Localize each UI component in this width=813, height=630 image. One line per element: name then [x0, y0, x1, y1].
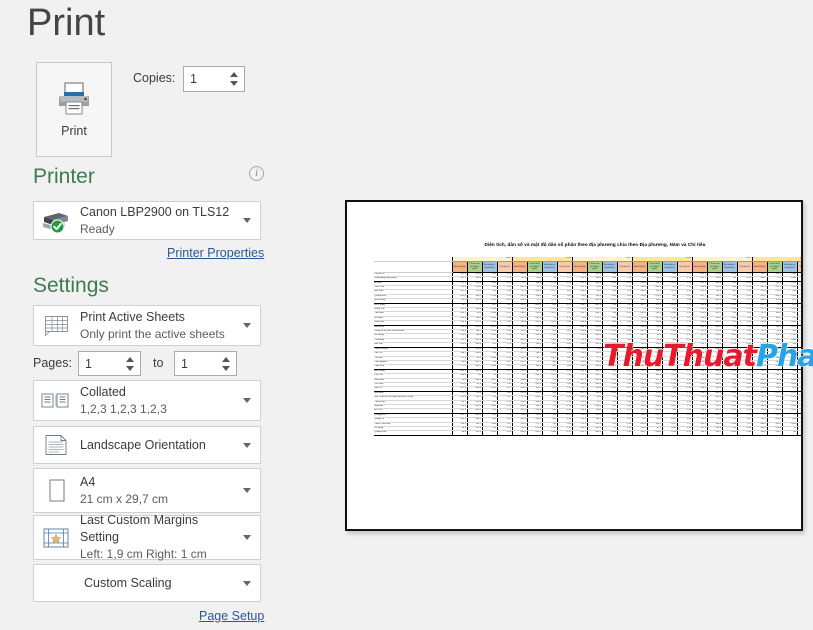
margins-subtitle: Left: 1,9 cm Right: 1 cm — [80, 547, 207, 561]
scaling-selector[interactable]: Custom Scaling — [33, 564, 261, 602]
pages-from-stepper[interactable] — [78, 351, 141, 376]
pages-to-increment-icon[interactable] — [222, 356, 230, 362]
pages-from-increment-icon[interactable] — [126, 356, 134, 362]
copies-spin-buttons[interactable] — [227, 67, 244, 91]
print-button[interactable]: Print — [36, 62, 112, 157]
print-settings-pane: Print Print Copies: 1 Printer i Canon LB… — [0, 0, 330, 630]
pages-label: Pages: — [33, 356, 72, 370]
margins-star-icon — [34, 526, 78, 550]
margins-title: Last Custom Margins Setting — [80, 513, 199, 544]
chevron-down-icon[interactable] — [234, 398, 260, 403]
pages-to-input[interactable] — [175, 352, 219, 375]
spreadsheet-title: Diện tích, dân số và mật độ dân số phân … — [484, 242, 706, 247]
print-backstage: Print Print Copies: 1 Printer i Canon LB… — [0, 0, 813, 630]
copies-input[interactable] — [184, 67, 227, 91]
paper-icon — [34, 477, 78, 505]
orientation-selector[interactable]: Landscape Orientation — [33, 426, 261, 464]
watermark-red-text: ThuThuat — [603, 339, 758, 374]
paper-size-subtitle: 21 cm x 29,7 cm — [80, 491, 169, 506]
pages-to-label: to — [153, 356, 164, 370]
copies-label: Copies: — [133, 71, 176, 85]
printer-selector[interactable]: Canon LBP2900 on TLS12 Ready — [33, 201, 261, 240]
page-setup-link[interactable]: Page Setup — [199, 609, 264, 623]
landscape-page-icon — [34, 433, 78, 457]
chevron-down-icon[interactable] — [234, 218, 260, 223]
chevron-down-icon[interactable] — [234, 488, 260, 493]
sheet-grid-icon — [34, 313, 78, 339]
printer-status: Ready — [80, 221, 115, 236]
print-preview-pane: Diện tích, dân số và mật độ dân số phân … — [330, 0, 813, 630]
collation-selector[interactable]: Collated 1,2,3 1,2,3 1,2,3 — [33, 380, 261, 421]
info-icon[interactable]: i — [249, 166, 264, 181]
chevron-down-icon[interactable] — [234, 323, 260, 328]
pages-to-decrement-icon[interactable] — [222, 365, 230, 371]
pages-from-spin-buttons[interactable] — [123, 352, 140, 375]
chevron-down-icon[interactable] — [234, 442, 260, 448]
printer-status-icon — [34, 208, 78, 234]
pages-to-stepper[interactable] — [174, 351, 237, 376]
watermark: ThuThuatPhanMem.vn — [603, 339, 813, 374]
copies-increment-icon[interactable] — [230, 72, 238, 77]
print-what-selector[interactable]: Print Active Sheets Only print the activ… — [33, 305, 261, 346]
settings-section-heading: Settings — [33, 274, 109, 297]
chevron-down-icon[interactable] — [234, 580, 260, 586]
print-button-label: Print — [61, 124, 87, 138]
printer-name: Canon LBP2900 on TLS12 — [80, 204, 230, 219]
pages-to-spin-buttons[interactable] — [219, 352, 236, 375]
pages-from-decrement-icon[interactable] — [126, 365, 134, 371]
paper-size-title: A4 — [80, 474, 96, 489]
collate-icon — [34, 390, 78, 412]
print-what-subtitle: Only print the active sheets — [80, 326, 225, 341]
margins-selector[interactable]: Last Custom Margins Setting Left: 1,9 cm… — [33, 513, 261, 561]
printer-icon — [54, 81, 94, 117]
printer-section-heading: Printer — [33, 165, 95, 188]
copies-decrement-icon[interactable] — [230, 81, 238, 86]
scaling-title: Custom Scaling — [84, 575, 172, 590]
watermark-blue-text: PhanMem.vn — [755, 339, 813, 374]
paper-size-selector[interactable]: A4 21 cm x 29,7 cm — [33, 468, 261, 513]
collation-title: Collated — [80, 384, 126, 399]
copies-stepper[interactable] — [183, 66, 245, 92]
chevron-down-icon[interactable] — [234, 535, 260, 540]
orientation-title: Landscape Orientation — [80, 437, 206, 452]
collation-subtitle: 1,2,3 1,2,3 1,2,3 — [80, 401, 167, 416]
printer-properties-link[interactable]: Printer Properties — [167, 246, 264, 260]
page-title: Print — [27, 2, 106, 44]
print-what-title: Print Active Sheets — [80, 309, 185, 324]
pages-from-input[interactable] — [79, 352, 123, 375]
